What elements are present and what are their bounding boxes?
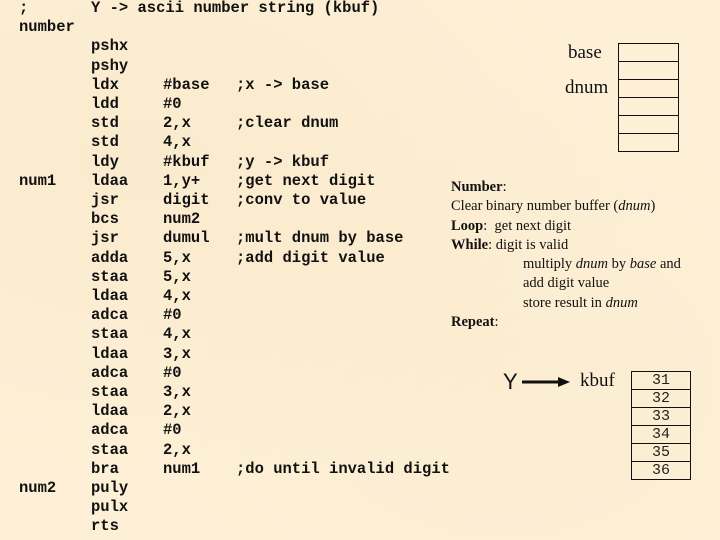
code-opcode: std: [91, 133, 119, 152]
desc-add: add digit value: [523, 275, 610, 292]
code-opcode: rts: [91, 517, 119, 536]
code-opcode: puly: [91, 479, 129, 497]
memory-cell: [619, 116, 678, 134]
code-opcode: ldaa: [91, 402, 129, 421]
code-opcode: bra: [91, 459, 119, 478]
code-opcode: adca: [91, 306, 129, 325]
code-operand: num2: [163, 210, 201, 229]
desc-multiply: multiply dnum by base and: [523, 256, 681, 273]
code-opcode: staa: [91, 267, 129, 286]
memory-cell: [619, 134, 678, 152]
code-comment: ;y -> kbuf: [236, 152, 330, 171]
code-operand: #0: [163, 421, 182, 440]
code-opcode: staa: [91, 325, 129, 344]
memory-cell: [619, 98, 678, 116]
kbuf-cell: 34: [632, 426, 690, 444]
code-operand: dumul: [163, 229, 210, 248]
code-comment: ;mult dnum by base: [236, 229, 404, 248]
code-operand: 4,x: [163, 287, 191, 305]
code-operand: 4,x: [163, 133, 191, 152]
code-label: ;: [19, 0, 29, 17]
memory-cell: [619, 62, 678, 80]
code-opcode: ldaa: [91, 171, 129, 190]
kbuf-box: 31 32 33 34 35 36: [631, 371, 691, 480]
code-operand: #kbuf: [163, 152, 210, 171]
code-comment: ;do until invalid digit: [236, 459, 450, 478]
code-operand: #base: [163, 75, 210, 94]
code-opcode: adca: [91, 363, 129, 382]
code-opcode: ldaa: [91, 287, 129, 305]
code-opcode: adda: [91, 248, 129, 267]
code-opcode: bcs: [91, 210, 119, 229]
desc-store: store result in dnum: [523, 294, 638, 311]
code-operand: 2,x: [163, 114, 191, 133]
memory-cell: [619, 80, 678, 98]
code-opcode: staa: [91, 440, 129, 459]
code-opcode: ldy: [91, 152, 119, 171]
code-comment: ;add digit value: [236, 248, 385, 267]
code-comment: ;get next digit: [236, 171, 376, 190]
kbuf-cell: 31: [632, 372, 690, 390]
desc-while: While: digit is valid: [451, 236, 569, 253]
code-opcode: pshy: [91, 56, 129, 75]
code-comment: ;conv to value: [236, 191, 367, 209]
code-opcode: jsr: [91, 191, 119, 209]
desc-clear: Clear binary number buffer (dnum): [451, 198, 656, 215]
code-label: number: [19, 18, 75, 37]
kbuf-cell: 32: [632, 390, 690, 408]
code-operand: num1: [163, 459, 201, 478]
code-operand: #0: [163, 306, 182, 325]
algorithm-description: Number: Clear binary number buffer (dnum…: [451, 178, 681, 332]
memory-box: [618, 43, 679, 152]
desc-number: Number:: [451, 179, 507, 195]
y-register-label: Y: [503, 369, 518, 394]
code-operand: #0: [163, 363, 182, 382]
code-operand: digit: [163, 191, 210, 209]
code-operand: 3,x: [163, 383, 191, 401]
code-label: num2: [19, 479, 57, 497]
kbuf-label: kbuf: [580, 370, 615, 391]
code-operand: 5,x: [163, 248, 191, 267]
code-operand: 5,x: [163, 267, 191, 286]
code-operand: 2,x: [163, 440, 191, 459]
code-opcode: adca: [91, 421, 129, 440]
code-comment: ;x -> base: [236, 75, 330, 94]
code-opcode: ldd: [91, 95, 119, 113]
memory-cell: [619, 44, 678, 62]
code-opcode: Y -> ascii number string (kbuf): [91, 0, 380, 17]
base-label: base: [568, 42, 602, 63]
code-opcode: jsr: [91, 229, 119, 248]
code-operand: 1,y+: [163, 171, 201, 190]
code-opcode: pulx: [91, 498, 129, 517]
desc-repeat: Repeat:: [451, 314, 499, 331]
desc-loop: Loop: get next digit: [451, 217, 572, 234]
code-comment: ;clear dnum: [236, 114, 339, 133]
code-opcode: ldx: [91, 75, 119, 94]
code-opcode: ldaa: [91, 344, 129, 363]
code-operand: 3,x: [163, 344, 191, 363]
kbuf-cell: 36: [651, 462, 670, 479]
code-operand: 4,x: [163, 325, 191, 344]
kbuf-cell: 33: [632, 408, 690, 426]
arrow-right-icon: [522, 377, 570, 387]
code-opcode: staa: [91, 383, 129, 401]
code-operand: 2,x: [163, 402, 191, 421]
code-operand: #0: [163, 95, 182, 113]
code-opcode: std: [91, 114, 119, 133]
code-label: num1: [19, 171, 57, 190]
code-opcode: pshx: [91, 37, 129, 56]
kbuf-cell: 35: [632, 444, 690, 462]
dnum-label: dnum: [565, 77, 609, 98]
